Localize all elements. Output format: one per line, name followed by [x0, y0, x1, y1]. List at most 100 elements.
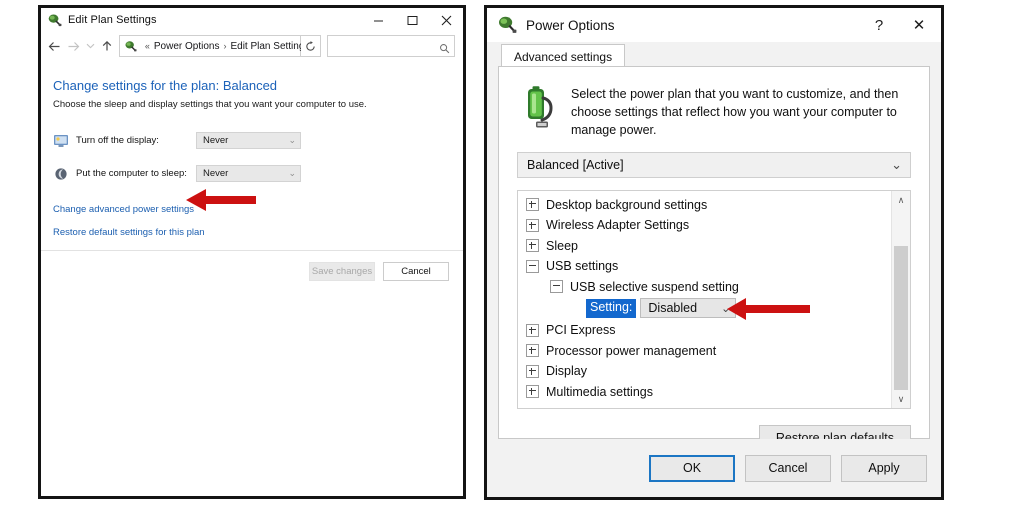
usb-selective-suspend-value: Disabled: [648, 301, 698, 316]
tree-item-pci-express[interactable]: PCI Express: [526, 320, 892, 341]
breadcrumb-separator: ›: [223, 41, 227, 51]
tree-item-wireless-adapter-settings[interactable]: Wireless Adapter Settings: [526, 215, 892, 236]
apply-button[interactable]: Apply: [841, 454, 927, 482]
tree-item-desktop-background-settings[interactable]: Desktop background settings: [526, 194, 892, 215]
chevron-down-icon: ⌄: [721, 302, 731, 315]
tree-item-processor-power-management[interactable]: Processor power management: [526, 340, 892, 361]
cancel-button[interactable]: Cancel: [383, 262, 449, 281]
expand-icon[interactable]: [526, 218, 539, 232]
page-subtitle: Choose the sleep and display settings th…: [53, 99, 367, 110]
cancel-button[interactable]: Cancel: [745, 454, 831, 482]
chevron-down-icon: ⌄: [891, 157, 902, 173]
search-box[interactable]: [327, 35, 455, 57]
right-window-caption-buttons: ? ✕: [859, 8, 939, 42]
help-button[interactable]: ?: [859, 8, 899, 42]
usb-selective-suspend-select[interactable]: Disabled ⌄: [640, 298, 737, 319]
screenshot-root: Edit Plan Settings « Power Options › Edi…: [0, 0, 1024, 512]
tree-item-label: Wireless Adapter Settings: [546, 218, 690, 233]
right-window-title: Power Options: [526, 17, 615, 33]
forward-button[interactable]: [64, 34, 83, 58]
tree-item-usb-selective-suspend-setting[interactable]: USB selective suspend setting: [526, 276, 892, 297]
tree-scrollbar[interactable]: ∧ ∨: [891, 191, 910, 409]
left-window-title: Edit Plan Settings: [68, 14, 157, 26]
scrollbar-thumb[interactable]: [894, 246, 908, 392]
tree-item-label: Display: [546, 364, 587, 379]
collapse-icon[interactable]: [526, 259, 539, 273]
search-input[interactable]: [332, 39, 439, 53]
expand-icon[interactable]: [526, 364, 539, 378]
tree-item-label: Multimedia settings: [546, 384, 653, 399]
setting-row-turn-off-display: Turn off the display: Never ⌄: [41, 132, 463, 149]
breadcrumb-root-chevron: «: [144, 41, 150, 51]
left-window-link-list: Change advanced power settings Restore d…: [41, 204, 463, 238]
chevron-down-icon: [86, 43, 95, 49]
left-window-button-row: Save changes Cancel: [41, 251, 463, 281]
edit-plan-settings-window: Edit Plan Settings « Power Options › Edi…: [38, 5, 466, 499]
setting-label-turn-off-display: Turn off the display:: [76, 135, 159, 146]
expand-icon[interactable]: [526, 323, 539, 337]
refresh-button[interactable]: [300, 35, 321, 57]
sleep-value: Never: [203, 168, 229, 179]
tree-item-display[interactable]: Display: [526, 361, 892, 382]
breadcrumb-item-edit-plan-settings[interactable]: Edit Plan Settings: [230, 41, 309, 52]
restore-default-settings-link[interactable]: Restore default settings for this plan: [53, 227, 205, 238]
sleep-select[interactable]: Never ⌄: [196, 165, 301, 182]
setting-label-sleep: Put the computer to sleep:: [76, 168, 187, 179]
back-button[interactable]: [45, 34, 64, 58]
expand-icon[interactable]: [526, 239, 539, 253]
expand-icon[interactable]: [526, 385, 539, 399]
minimize-button[interactable]: [361, 8, 395, 32]
collapse-icon[interactable]: [550, 280, 563, 294]
power-plug-icon: [47, 13, 62, 28]
tree-item-multimedia-settings[interactable]: Multimedia settings: [526, 381, 892, 402]
battery-plug-icon: [517, 85, 557, 131]
power-options-dialog: Power Options ? ✕ Advanced settings Sele…: [484, 5, 944, 500]
tree-item-label: Sleep: [546, 238, 578, 253]
up-button[interactable]: [98, 34, 117, 58]
maximize-button[interactable]: [395, 8, 429, 32]
tree-item-label: Desktop background settings: [546, 197, 708, 212]
up-arrow-icon: [102, 40, 112, 51]
tab-strip: Advanced settings: [487, 42, 941, 68]
setting-row-sleep: Put the computer to sleep: Never ⌄: [41, 165, 463, 182]
forward-arrow-icon: [68, 41, 80, 51]
dialog-footer: OK Cancel Apply: [487, 439, 941, 497]
tab-advanced-settings[interactable]: Advanced settings: [501, 44, 626, 68]
power-plan-value: Balanced [Active]: [527, 158, 624, 173]
scroll-down-icon[interactable]: ∨: [892, 390, 910, 409]
advanced-settings-tree: Desktop background settings Wireless Ada…: [517, 190, 911, 410]
expand-icon[interactable]: [526, 344, 539, 358]
right-window-titlebar[interactable]: Power Options ? ✕: [487, 8, 941, 42]
left-window-titlebar[interactable]: Edit Plan Settings: [41, 8, 463, 32]
breadcrumb-item-power-options[interactable]: Power Options: [154, 41, 220, 52]
advanced-settings-panel: Select the power plan that you want to c…: [498, 66, 930, 451]
tree-item-label: Processor power management: [546, 343, 717, 358]
close-button[interactable]: ✕: [899, 8, 939, 42]
ok-button[interactable]: OK: [649, 454, 735, 482]
setting-label: Setting:: [586, 299, 637, 318]
back-arrow-icon: [48, 41, 60, 51]
tree-item-sleep[interactable]: Sleep: [526, 235, 892, 256]
scroll-up-icon[interactable]: ∧: [892, 191, 910, 210]
monitor-icon: [53, 133, 69, 149]
minimize-icon: [373, 20, 383, 21]
breadcrumb[interactable]: « Power Options › Edit Plan Settings ⌄: [118, 35, 317, 57]
tree-item-label: PCI Express: [546, 323, 616, 338]
page-title: Change settings for the plan: Balanced: [53, 78, 278, 93]
turn-off-display-select[interactable]: Never ⌄: [196, 132, 301, 149]
usb-selective-suspend-setting-row: Setting: Disabled ⌄: [526, 297, 892, 320]
close-button[interactable]: [429, 8, 463, 32]
expand-icon[interactable]: [526, 198, 539, 212]
tree-list: Desktop background settings Wireless Ada…: [518, 194, 892, 408]
intro-text: Select the power plan that you want to c…: [571, 87, 899, 138]
power-plug-icon: [124, 40, 137, 53]
close-icon: [441, 15, 451, 25]
tree-item-usb-settings[interactable]: USB settings: [526, 256, 892, 277]
recent-locations-button[interactable]: [84, 34, 98, 58]
change-advanced-power-settings-link[interactable]: Change advanced power settings: [53, 204, 194, 215]
left-window-body: Change settings for the plan: Balanced C…: [41, 60, 463, 496]
power-plug-icon: [497, 15, 517, 35]
power-plan-select[interactable]: Balanced [Active] ⌄: [517, 152, 911, 179]
chevron-down-icon: ⌄: [288, 135, 296, 145]
save-changes-button[interactable]: Save changes: [309, 262, 375, 281]
